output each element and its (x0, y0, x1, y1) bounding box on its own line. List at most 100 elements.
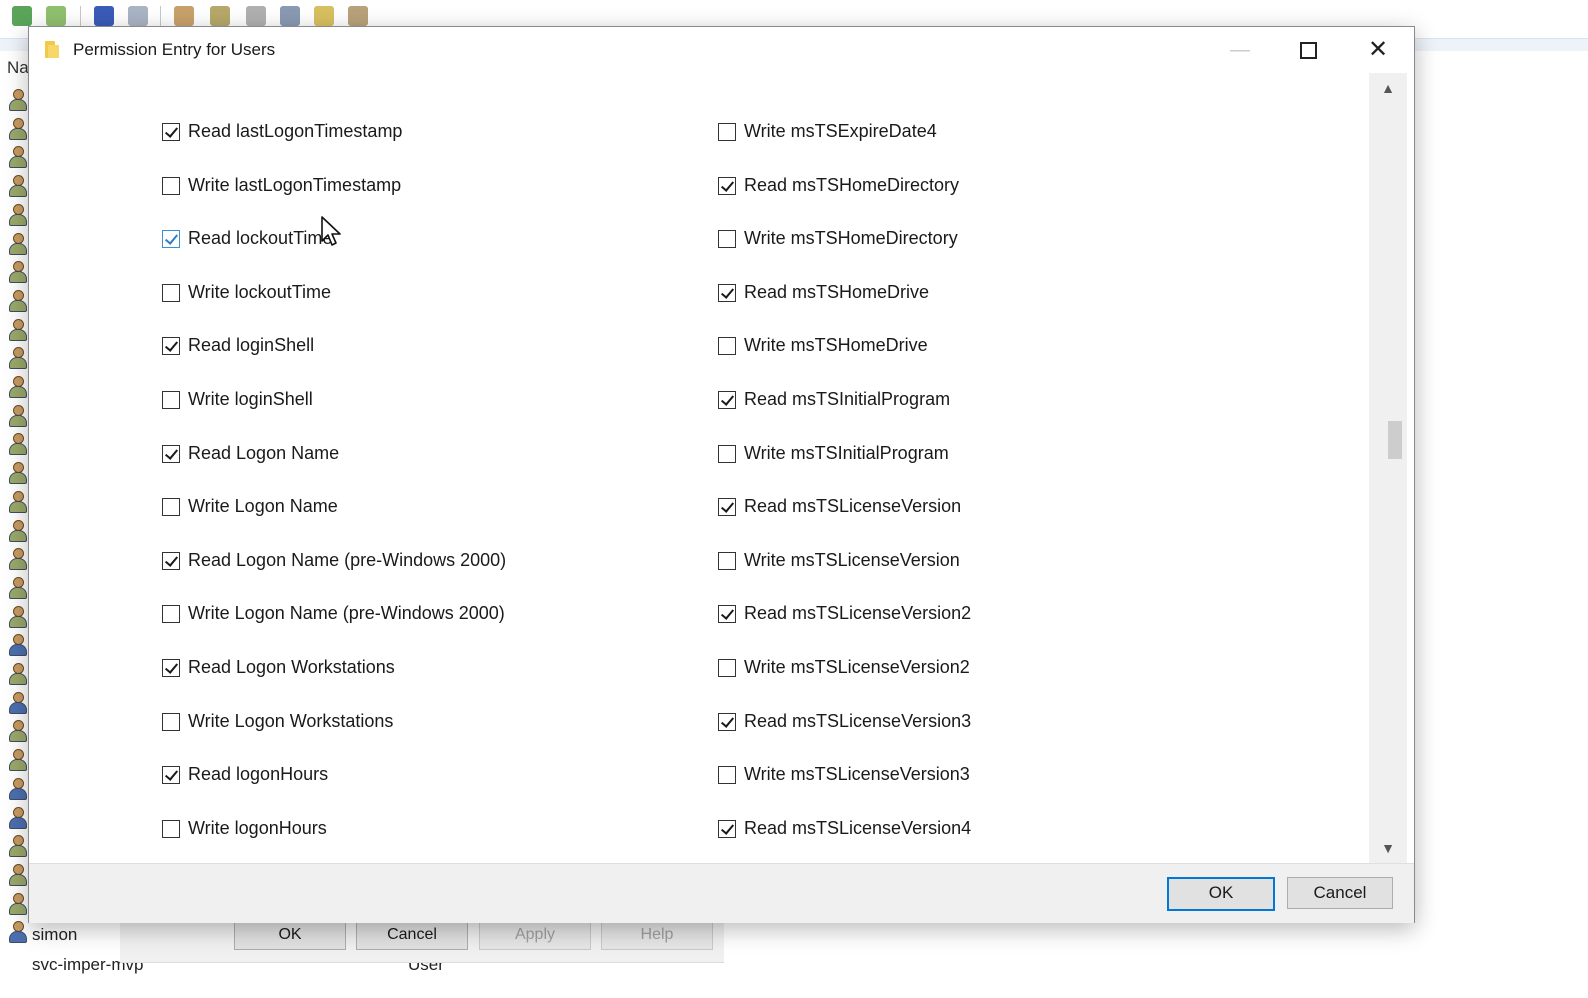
permission-row[interactable]: Write Logon Name (162, 495, 722, 521)
background-apply-button[interactable]: Apply (479, 920, 591, 950)
permission-row[interactable]: Write msTSExpireDate4 (718, 120, 1278, 146)
permission-checkbox[interactable] (162, 176, 180, 195)
user-object-icon[interactable] (6, 203, 28, 226)
permission-row[interactable]: Read Logon Name (162, 442, 722, 468)
permission-checkbox[interactable] (718, 391, 736, 409)
maximize-button[interactable] (1285, 31, 1331, 69)
permission-row[interactable]: Read lastLogonTimestamp (162, 120, 722, 146)
user-object-icon[interactable] (6, 920, 28, 944)
user-object-icon[interactable] (6, 432, 28, 456)
permission-checkbox[interactable] (718, 176, 736, 195)
user-object-icon[interactable] (6, 318, 28, 341)
permission-checkbox[interactable] (162, 819, 180, 838)
permission-row[interactable]: Write lastLogonTimestamp (162, 174, 722, 200)
filter-icon[interactable] (280, 6, 300, 26)
permission-checkbox[interactable] (162, 391, 180, 409)
permission-row[interactable]: Write msTSHomeDirectory (718, 227, 1278, 253)
permission-checkbox[interactable] (162, 283, 180, 302)
user-object-icon[interactable] (6, 576, 28, 599)
permission-checkbox[interactable] (718, 337, 736, 356)
scroll-thumb[interactable] (1388, 421, 1402, 459)
permission-row[interactable]: Read msTSInitialProgram (718, 388, 1278, 414)
background-ok-button[interactable]: OK (234, 920, 346, 950)
permission-row[interactable]: Write Logon Name (pre-Windows 2000) (162, 602, 722, 628)
permission-row[interactable]: Read msTSLicenseVersion (718, 495, 1278, 521)
user-object-icon[interactable] (6, 260, 28, 284)
permission-checkbox[interactable] (162, 444, 180, 463)
permission-checkbox[interactable] (718, 712, 736, 731)
column-header-name[interactable]: Na (7, 58, 29, 78)
permission-row[interactable]: Write lockoutTime (162, 281, 722, 307)
permission-row[interactable]: Read Logon Workstations (162, 656, 722, 682)
permission-checkbox[interactable] (162, 123, 180, 141)
user-object-icon[interactable] (6, 748, 28, 772)
permission-row[interactable]: Read msTSHomeDirectory (718, 174, 1278, 200)
permission-checkbox[interactable] (718, 819, 736, 838)
user-object-icon[interactable] (6, 174, 28, 198)
permission-checkbox[interactable] (162, 659, 180, 677)
minimize-button[interactable]: — (1217, 31, 1263, 69)
console-icon[interactable] (128, 6, 148, 26)
user-object-icon[interactable] (6, 289, 28, 312)
close-button[interactable]: ✕ (1355, 31, 1401, 69)
permission-checkbox[interactable] (162, 230, 180, 249)
vertical-scrollbar[interactable]: ▲ ▼ (1369, 73, 1407, 863)
user-object-icon[interactable] (6, 863, 28, 886)
user-object-icon[interactable] (6, 691, 28, 714)
user-object-icon[interactable] (6, 404, 28, 427)
user-object-icon[interactable] (6, 375, 28, 398)
help-icon[interactable] (94, 6, 114, 26)
user-object-icon[interactable] (6, 490, 28, 513)
find-icon[interactable] (314, 6, 334, 26)
permission-row[interactable]: Read msTSLicenseVersion4 (718, 817, 1278, 843)
dialog-titlebar[interactable]: Permission Entry for Users — ✕ (29, 27, 1414, 73)
permission-row[interactable]: Write Logon Workstations (162, 710, 722, 736)
user-object-icon[interactable] (6, 346, 28, 370)
user-object-icon[interactable] (6, 519, 28, 542)
list-item-name[interactable]: simon (32, 925, 77, 945)
permission-checkbox[interactable] (718, 766, 736, 785)
user-object-icon[interactable] (6, 892, 28, 915)
permission-checkbox[interactable] (718, 659, 736, 677)
cancel-button[interactable]: Cancel (1287, 877, 1393, 909)
permission-checkbox[interactable] (162, 337, 180, 356)
permission-checkbox[interactable] (718, 444, 736, 463)
user-object-icon[interactable] (6, 117, 28, 140)
permission-row[interactable]: Write msTSHomeDrive (718, 334, 1278, 360)
user-object-icon[interactable] (6, 662, 28, 685)
new-user-icon[interactable] (174, 6, 194, 26)
permission-row[interactable]: Write msTSLicenseVersion3 (718, 763, 1278, 789)
user-object-icon[interactable] (6, 777, 28, 800)
permission-checkbox[interactable] (718, 605, 736, 624)
permission-checkbox[interactable] (162, 551, 180, 570)
permission-row[interactable]: Read loginShell (162, 334, 722, 360)
permission-row[interactable]: Write msTSInitialProgram (718, 442, 1278, 468)
user-object-icon[interactable] (6, 232, 28, 255)
user-object-icon[interactable] (6, 834, 28, 858)
permission-checkbox[interactable] (162, 605, 180, 624)
export-icon[interactable] (46, 6, 66, 26)
permission-row[interactable]: Read logonHours (162, 763, 722, 789)
ok-button[interactable]: OK (1167, 877, 1275, 911)
permission-row[interactable]: Write logonHours (162, 817, 722, 843)
permission-row[interactable]: Read Logon Name (pre-Windows 2000) (162, 549, 722, 575)
refresh-icon[interactable] (12, 6, 32, 26)
background-cancel-button[interactable]: Cancel (356, 920, 468, 950)
permission-row[interactable]: Write msTSLicenseVersion (718, 549, 1278, 575)
permission-row[interactable]: Read msTSLicenseVersion2 (718, 602, 1278, 628)
user-object-icon[interactable] (6, 605, 28, 628)
background-help-button[interactable]: Help (601, 920, 713, 950)
user-object-icon[interactable] (6, 547, 28, 571)
permission-checkbox[interactable] (162, 498, 180, 517)
permission-checkbox[interactable] (162, 712, 180, 731)
new-ou-icon[interactable] (246, 6, 266, 26)
add-to-group-icon[interactable] (348, 6, 368, 26)
user-object-icon[interactable] (6, 461, 28, 485)
permission-checkbox[interactable] (718, 123, 736, 141)
permission-row[interactable]: Read msTSLicenseVersion3 (718, 710, 1278, 736)
scroll-down-icon[interactable]: ▼ (1369, 835, 1407, 861)
permission-checkbox[interactable] (162, 766, 180, 785)
user-object-icon[interactable] (6, 633, 28, 657)
new-group-icon[interactable] (210, 6, 230, 26)
permission-row[interactable]: Read lockoutTime (162, 227, 722, 253)
